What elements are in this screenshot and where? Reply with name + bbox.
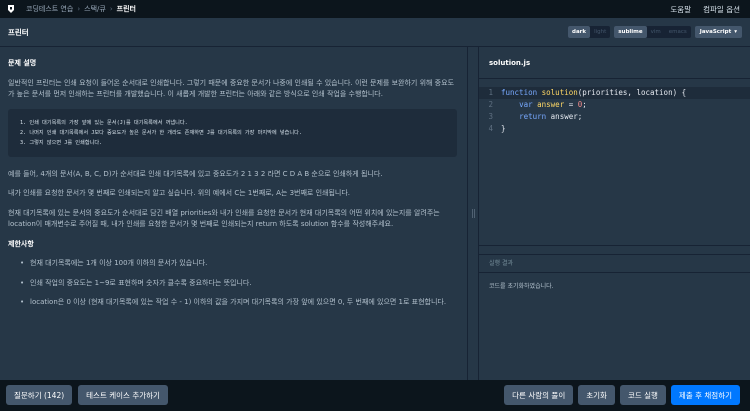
algorithm-step: 1. 인쇄 대기목록의 가장 앞에 있는 문서(J)를 대기목록에서 꺼냅니다. [20, 119, 188, 126]
constraint-item: 인쇄 작업의 중요도는 1~9로 표현하며 숫자가 클수록 중요하다는 뜻입니다… [20, 278, 457, 290]
run-code-button[interactable]: 코드 실행 [619, 385, 666, 405]
example-paragraph: 내가 인쇄를 요청한 문서가 몇 번째로 인쇄되는지 알고 싶습니다. 위의 예… [8, 189, 350, 197]
others-solutions-button[interactable]: 다른 사람의 풀이 [504, 385, 574, 405]
code-text: var answer = 0; [519, 100, 587, 109]
ask-question-button[interactable]: 질문하기 (142) [6, 385, 73, 405]
line-number: 1 [488, 88, 493, 97]
code-area[interactable]: 1 function solution(priorities, location… [479, 87, 750, 135]
add-testcase-button[interactable]: 테스트 케이스 추가하기 [78, 385, 168, 405]
code-text: } [501, 124, 506, 133]
algorithm-steps-block: 1. 인쇄 대기목록의 가장 앞에 있는 문서(J)를 대기목록에서 꺼냅니다.… [8, 108, 457, 157]
reset-button[interactable]: 초기화 [578, 385, 615, 405]
action-bar: 질문하기 (142) 테스트 케이스 추가하기 다른 사람의 풀이 초기화 코드… [0, 380, 750, 411]
problem-intro: 일반적인 프린터는 인쇄 요청이 들어온 순서대로 인쇄합니다. 그렇기 때문에… [8, 78, 455, 99]
keymap-sublime-option[interactable]: sublime [614, 26, 647, 38]
vertical-resize-handle[interactable]: || [467, 47, 479, 380]
line-number: 3 [488, 112, 493, 121]
submit-button[interactable]: 제출 후 채점하기 [670, 385, 740, 405]
code-line: 3 return answer; [479, 111, 750, 123]
algorithm-step: 3. 그렇지 않으면 J를 인쇄합니다. [20, 139, 103, 146]
language-select-value: JavaScript [699, 29, 732, 35]
help-link[interactable]: 도움말 [670, 4, 691, 15]
language-select[interactable]: JavaScript ▾ [694, 26, 742, 38]
problem-description-panel: 문제 설명 일반적인 프린터는 인쇄 요청이 들어온 순서대로 인쇄합니다. 그… [0, 47, 467, 380]
challenge-title-bar: 프린터 dark light sublime vim emacs JavaScr… [0, 18, 750, 47]
theme-light-option[interactable]: light [590, 26, 610, 38]
example-paragraph: 예를 들어, 4개의 문서(A, B, C, D)가 순서대로 인쇄 대기목록에… [8, 169, 383, 178]
code-line: 1 function solution(priorities, location… [479, 87, 750, 99]
top-navigation-bar: 코딩테스트 연습 › 스택/큐 › 프린터 도움말 컴파일 옵션 [0, 0, 750, 18]
theme-toggle: dark light [568, 26, 611, 38]
line-number: 2 [488, 100, 493, 109]
code-line: 4 } [479, 123, 750, 135]
algorithm-step: 2. 나머지 인쇄 대기목록에서 J보다 중요도가 높은 문서가 한 개라도 존… [20, 129, 302, 136]
editor-panel: solution.js 1 function solution(prioriti… [479, 47, 750, 380]
breadcrumb-current: 프린터 [116, 5, 136, 13]
theme-dark-option[interactable]: dark [568, 26, 591, 38]
horizontal-resize-handle[interactable] [479, 245, 750, 255]
file-tab: solution.js [479, 47, 750, 79]
constraints-heading: 제한사항 [8, 239, 34, 248]
page-title: 프린터 [8, 27, 29, 37]
constraint-item: location은 0 이상 (현재 대기목록에 있는 작업 수 - 1) 이하… [20, 297, 457, 309]
drag-handle-icon: || [470, 208, 476, 219]
code-line: 2 var answer = 0; [479, 99, 750, 111]
breadcrumb-stack-queue[interactable]: 스택/큐 [84, 4, 106, 14]
code-text: function solution(priorities, location) … [501, 88, 687, 97]
constraint-item: 현재 대기목록에는 1개 이상 100개 이하의 문서가 있습니다. [20, 258, 457, 270]
compile-options-link[interactable]: 컴파일 옵션 [703, 4, 740, 15]
chevron-down-icon: ▾ [734, 29, 737, 35]
keymap-toggle: sublime vim emacs [614, 26, 691, 38]
task-paragraph: 현재 대기목록에 있는 문서의 중요도가 순서대로 담긴 배열 prioriti… [8, 208, 440, 229]
line-number: 4 [488, 124, 493, 133]
keymap-vim-option[interactable]: vim [647, 26, 665, 38]
programmers-logo-icon[interactable] [6, 4, 16, 14]
constraints-list: 현재 대기목록에는 1개 이상 100개 이하의 문서가 있습니다. 인쇄 작업… [8, 258, 457, 309]
code-text: return answer; [519, 112, 583, 121]
result-heading: 실행 결과 [479, 255, 750, 273]
keymap-emacs-option[interactable]: emacs [665, 26, 691, 38]
chevron-right-icon: › [109, 5, 113, 13]
result-message: 코드를 초기화하였습니다. [489, 283, 554, 290]
breadcrumb-coding-test[interactable]: 코딩테스트 연습 [26, 4, 73, 14]
chevron-right-icon: › [77, 5, 81, 13]
code-editor[interactable]: solution.js 1 function solution(prioriti… [479, 47, 750, 245]
problem-heading: 문제 설명 [8, 59, 37, 67]
result-panel: 실행 결과 코드를 초기화하였습니다. [479, 255, 750, 380]
